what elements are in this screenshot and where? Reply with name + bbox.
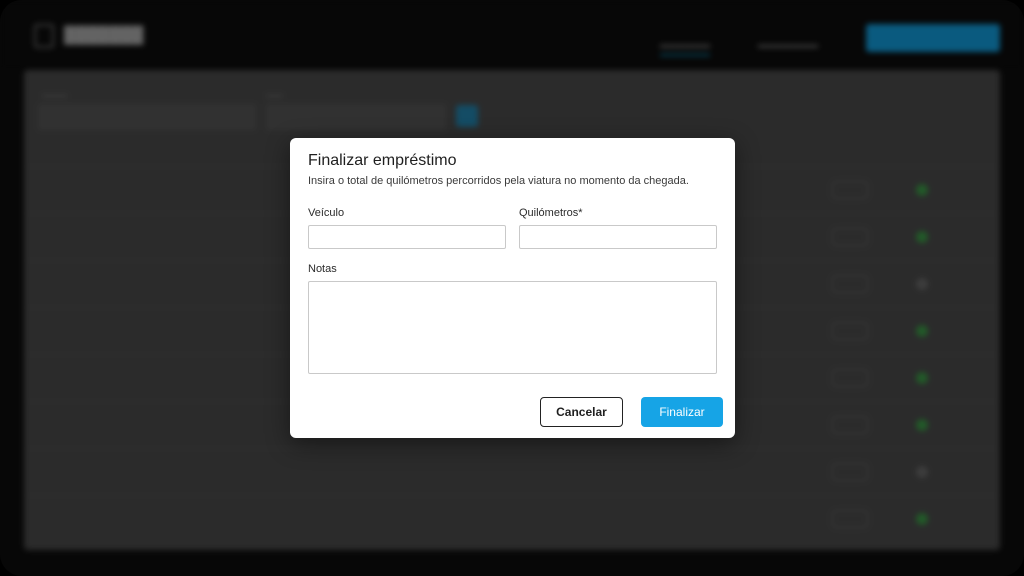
app-window: ███████ ▁▁▁▁▁ ▁▁▁▁▁▁ ▁▁▁ ▁▁ Finalizar em…	[0, 0, 1024, 576]
kilometers-input[interactable]	[519, 225, 717, 249]
dialog-description: Insira o total de quilómetros percorrido…	[308, 175, 689, 187]
finish-loan-dialog: Finalizar empréstimo Insira o total de q…	[290, 138, 735, 438]
dialog-title: Finalizar empréstimo	[308, 152, 457, 169]
vehicle-label: Veículo	[308, 207, 345, 219]
vehicle-input[interactable]	[308, 225, 506, 249]
notes-label: Notas	[308, 263, 337, 275]
notes-textarea[interactable]	[308, 281, 717, 374]
finish-button[interactable]: Finalizar	[641, 397, 723, 427]
cancel-button[interactable]: Cancelar	[540, 397, 623, 427]
kilometers-label: Quilómetros*	[519, 207, 583, 219]
